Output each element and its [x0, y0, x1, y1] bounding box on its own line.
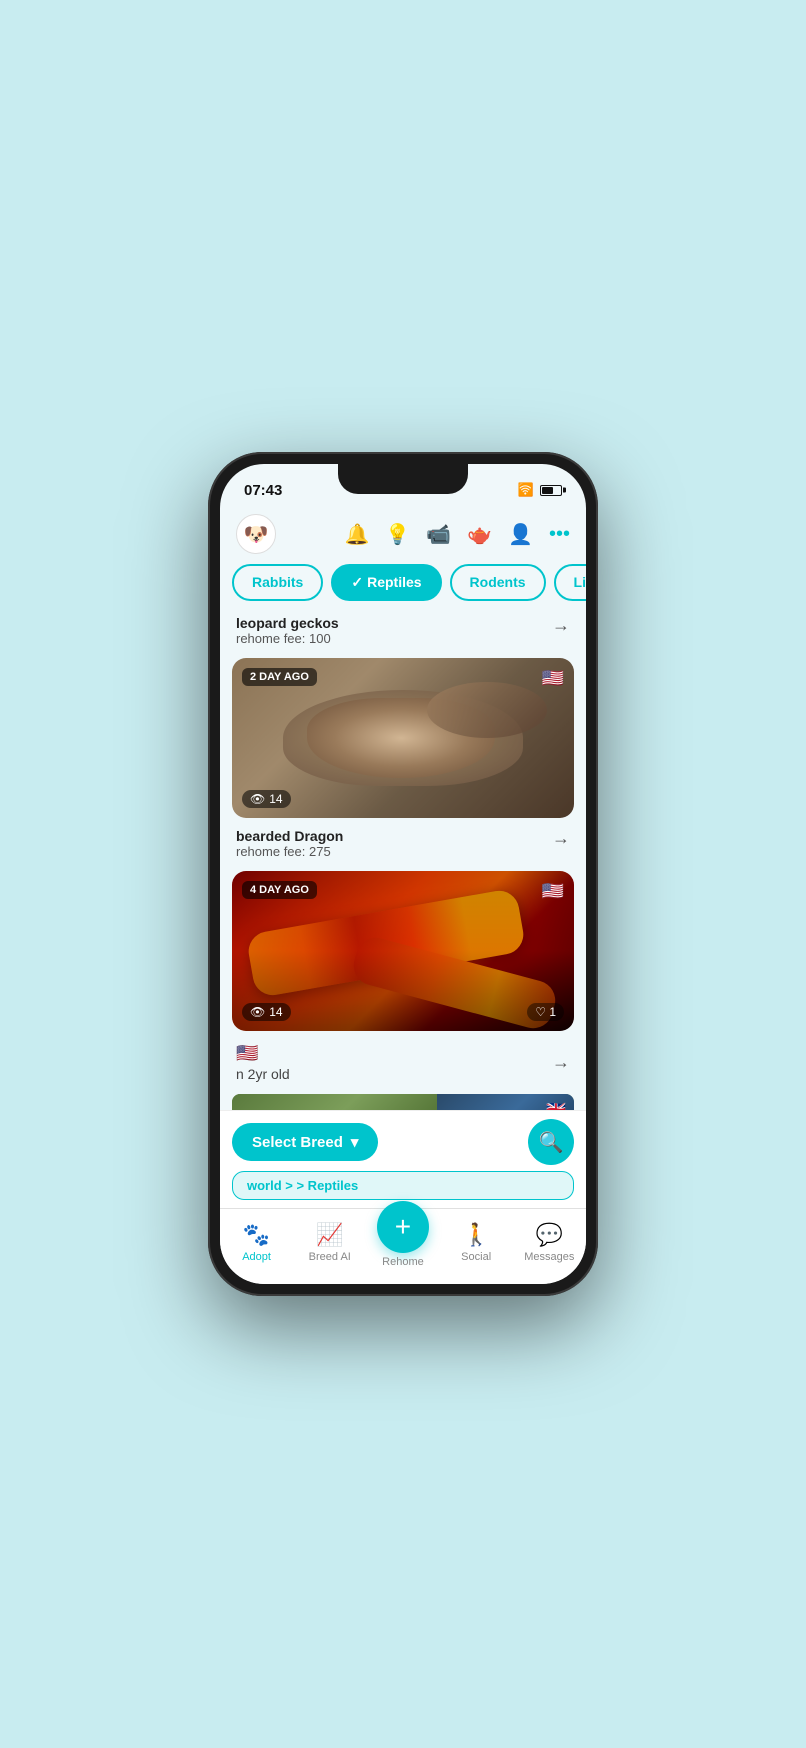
overlay-bottom: Select Breed ▾ 🔍 world > > Reptiles: [220, 1110, 586, 1208]
listing-snake-partial-text: n 2yr old: [236, 1066, 552, 1082]
snake-eye-icon: 👁: [250, 1005, 265, 1019]
partial-flag: 🇺🇸: [236, 1043, 258, 1064]
messages-icon: 💬: [536, 1222, 563, 1248]
nav-adopt-label: Adopt: [242, 1251, 271, 1263]
chart-icon: 📈: [316, 1222, 343, 1248]
search-refresh-icon: 🔍: [539, 1130, 564, 1155]
card-snake-heart[interactable]: ♡ 1: [527, 1003, 564, 1021]
tab-livestock[interactable]: Livestock: [554, 564, 586, 601]
thumbnail-strip: 🇬🇧: [232, 1094, 574, 1110]
nav-rehome[interactable]: + Rehome: [373, 1217, 433, 1268]
tab-rodents-label: Rodents: [470, 574, 526, 590]
listing-leopard-price: rehome fee: 100: [236, 631, 552, 646]
nav-social[interactable]: 🚶 Social: [446, 1222, 506, 1263]
tab-rodents[interactable]: Rodents: [450, 564, 546, 601]
tab-reptiles[interactable]: ✓Reptiles: [331, 564, 441, 601]
eye-icon: 👁: [250, 792, 265, 806]
card-snake-ago: 4 DAY AGO: [242, 881, 317, 899]
phone-frame: 07:43 🛜 🐶 🔔 💡 📹 🫖 👤 ••• Rab: [208, 452, 598, 1296]
nav-icons-row: 🔔 💡 📹 🫖 👤 •••: [344, 522, 570, 547]
social-icon: 🚶: [462, 1222, 489, 1248]
video-icon[interactable]: 📹: [426, 522, 451, 547]
thumb-green-section: [232, 1094, 437, 1110]
nav-adopt[interactable]: 🐾 Adopt: [227, 1222, 287, 1263]
bottom-nav: 🐾 Adopt 📈 Breed AI + Rehome 🚶 Social 💬 M…: [220, 1208, 586, 1284]
card-bearded-views: 👁 14: [242, 790, 291, 808]
nav-breed-ai-label: Breed AI: [309, 1251, 351, 1263]
paw-icon: 🐾: [243, 1222, 270, 1248]
tab-rabbits[interactable]: Rabbits: [232, 564, 323, 601]
bell-icon[interactable]: 🔔: [344, 522, 369, 547]
card-bearded-image: 2 DAY AGO 🇺🇸 👁 14: [232, 658, 574, 818]
card-bearded-ago: 2 DAY AGO: [242, 668, 317, 686]
listing-snake-partial[interactable]: 🇺🇸 n 2yr old →: [232, 1035, 574, 1088]
battery-fill: [542, 487, 553, 494]
card-snake-image: 4 DAY AGO 🇺🇸 👁 14 ♡ 1: [232, 871, 574, 1031]
nav-rehome-label: Rehome: [382, 1256, 424, 1268]
wifi-icon: 🛜: [518, 482, 534, 498]
listing-bearded-price: rehome fee: 275: [236, 844, 552, 859]
nav-messages[interactable]: 💬 Messages: [519, 1222, 579, 1263]
check-icon: ✓: [351, 574, 363, 590]
user-settings-icon[interactable]: 👤: [508, 522, 533, 547]
chat-fab-button[interactable]: 🔍: [528, 1119, 574, 1165]
plus-icon: +: [395, 1211, 411, 1243]
lizard-head: [427, 682, 547, 738]
listing-bearded-title: bearded Dragon: [236, 828, 552, 844]
card-snake[interactable]: 4 DAY AGO 🇺🇸 👁 14 ♡ 1: [232, 871, 574, 1031]
nav-social-label: Social: [461, 1251, 491, 1263]
tab-reptiles-label: Reptiles: [367, 574, 421, 590]
rehome-fab-button[interactable]: +: [377, 1201, 429, 1253]
category-tabs: Rabbits ✓Reptiles Rodents Livestock P: [220, 560, 586, 609]
top-nav: 🐶 🔔 💡 📹 🫖 👤 •••: [220, 508, 586, 560]
card-bearded-dragon[interactable]: 2 DAY AGO 🇺🇸 👁 14: [232, 658, 574, 818]
nav-breed-ai[interactable]: 📈 Breed AI: [300, 1222, 360, 1263]
cup-icon[interactable]: 🫖: [467, 522, 492, 547]
battery-icon: [540, 485, 562, 496]
status-icons: 🛜: [518, 482, 562, 498]
listing-leopard-arrow[interactable]: →: [552, 615, 570, 636]
tab-rabbits-label: Rabbits: [252, 574, 303, 590]
card-snake-views-count: 14: [269, 1005, 282, 1019]
listing-leopard[interactable]: leopard geckos rehome fee: 100 →: [232, 609, 574, 658]
more-icon[interactable]: •••: [549, 523, 570, 546]
status-time: 07:43: [244, 482, 282, 499]
uk-flag-icon: 🇬🇧: [546, 1100, 566, 1110]
listing-bearded-info: bearded Dragon rehome fee: 275: [236, 828, 552, 859]
breadcrumb-pill[interactable]: world > > Reptiles: [232, 1171, 574, 1200]
listing-snake-arrow[interactable]: →: [552, 1052, 570, 1073]
card-snake-flag: 🇺🇸: [542, 881, 564, 902]
listing-leopard-title: leopard geckos: [236, 615, 552, 631]
notch: [338, 464, 468, 494]
listing-leopard-info: leopard geckos rehome fee: 100: [236, 615, 552, 646]
idea-icon[interactable]: 💡: [385, 522, 410, 547]
card-bearded-views-count: 14: [269, 792, 282, 806]
app-logo[interactable]: 🐶: [236, 514, 276, 554]
listing-bearded-arrow[interactable]: →: [552, 828, 570, 849]
select-breed-button[interactable]: Select Breed ▾: [232, 1123, 378, 1161]
phone-screen: 07:43 🛜 🐶 🔔 💡 📹 🫖 👤 ••• Rab: [220, 464, 586, 1284]
listings-scroll[interactable]: leopard geckos rehome fee: 100 → 2 DAY A…: [220, 609, 586, 1110]
dropdown-arrow-icon: ▾: [351, 1133, 359, 1151]
card-snake-views: 👁 14: [242, 1003, 291, 1021]
nav-messages-label: Messages: [524, 1251, 574, 1263]
select-breed-label: Select Breed: [252, 1134, 343, 1151]
card-bearded-flag: 🇺🇸: [542, 668, 564, 689]
tab-livestock-label: Livestock: [574, 574, 586, 590]
listing-bearded[interactable]: bearded Dragon rehome fee: 275 →: [232, 822, 574, 871]
overlay-controls-row: Select Breed ▾ 🔍: [232, 1119, 574, 1165]
